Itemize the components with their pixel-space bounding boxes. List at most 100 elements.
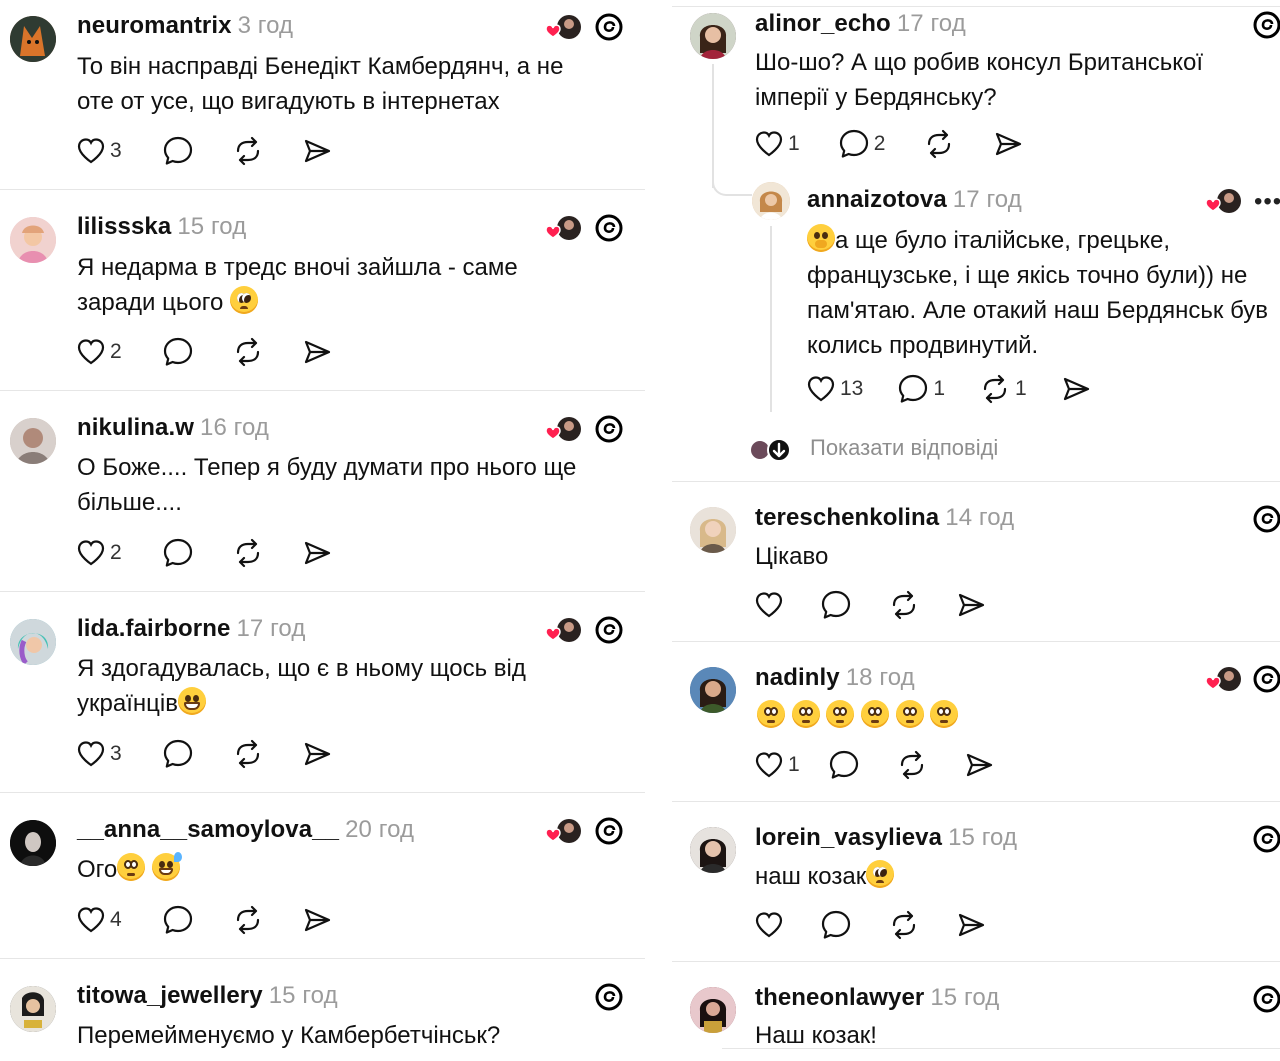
post: lorein_vasylieva 15 год наш козак <box>672 802 1280 962</box>
post-text <box>757 699 959 734</box>
heart-icon <box>77 339 105 365</box>
comment-icon <box>821 910 851 939</box>
share-button[interactable] <box>302 335 332 369</box>
threads-icon[interactable] <box>1252 824 1280 854</box>
username[interactable]: titowa_jewellery 15 год <box>77 982 338 1010</box>
reply-button[interactable] <box>162 737 194 771</box>
post-actions: 2 <box>76 536 332 570</box>
grinning-face-emoji <box>177 687 206 715</box>
threads-icon[interactable] <box>1252 984 1280 1014</box>
post: alinor_echo 17 год Шо-шо? А що робив конс… <box>672 0 1280 482</box>
repost-button[interactable] <box>888 588 920 622</box>
username[interactable]: nadinly 18 год <box>755 664 915 692</box>
heart-icon <box>77 741 105 767</box>
reply-avatars-icon <box>749 438 791 462</box>
avatar[interactable] <box>10 820 56 866</box>
like-button[interactable]: 13 <box>806 372 863 406</box>
like-button[interactable] <box>754 588 784 622</box>
reply-button[interactable] <box>162 134 194 168</box>
like-button[interactable]: 2 <box>76 335 122 369</box>
avatar[interactable] <box>690 987 736 1033</box>
reply-button[interactable] <box>828 748 860 782</box>
username[interactable]: theneonlawyer 15 год <box>755 984 999 1012</box>
reply-button[interactable] <box>162 903 194 937</box>
avatar[interactable] <box>10 217 56 263</box>
like-button[interactable]: 2 <box>76 536 122 570</box>
username[interactable]: alinor_echo 17 год <box>755 10 966 38</box>
share-button[interactable] <box>302 737 332 771</box>
like-button[interactable]: 1 <box>754 127 800 161</box>
more-options-button[interactable]: ••• <box>1254 188 1280 216</box>
threads-icon[interactable] <box>594 213 624 243</box>
heart-icon <box>807 376 835 402</box>
left-column: neuromantrix 3 год То він насправді Бенед… <box>0 0 645 1061</box>
share-button[interactable] <box>956 908 986 942</box>
show-replies-row[interactable]: Показати відповіді <box>748 435 1048 465</box>
avatar[interactable] <box>10 986 56 1032</box>
share-button[interactable] <box>1061 372 1091 406</box>
threads-icon[interactable] <box>594 982 624 1012</box>
share-button[interactable] <box>302 134 332 168</box>
avatar[interactable] <box>690 13 736 59</box>
share-button[interactable] <box>964 748 994 782</box>
avatar[interactable] <box>690 667 736 713</box>
threads-icon[interactable] <box>594 816 624 846</box>
threads-icon[interactable] <box>594 414 624 444</box>
reply-button[interactable] <box>820 908 852 942</box>
reply-button[interactable] <box>162 536 194 570</box>
avatar[interactable] <box>690 507 736 553</box>
post-time: 17 год <box>236 615 306 642</box>
repost-button[interactable]: 1 <box>979 372 1027 406</box>
reply-button[interactable] <box>820 588 852 622</box>
like-button[interactable]: 3 <box>76 134 122 168</box>
heart-icon <box>77 907 105 933</box>
reply-button[interactable] <box>162 335 194 369</box>
show-replies-link[interactable]: Показати відповіді <box>810 435 998 461</box>
repost-icon <box>892 590 916 620</box>
threads-icon[interactable] <box>594 12 624 42</box>
avatar[interactable] <box>10 16 56 62</box>
post-actions: 1 2 <box>754 127 1023 161</box>
flushed-face-emoji <box>757 700 785 728</box>
repost-button[interactable] <box>888 908 920 942</box>
repost-icon <box>983 374 1007 404</box>
avatar[interactable] <box>10 619 56 665</box>
avatar[interactable] <box>690 827 736 873</box>
share-button[interactable] <box>302 903 332 937</box>
share-button[interactable] <box>993 127 1023 161</box>
repost-button[interactable] <box>232 335 264 369</box>
threads-icon[interactable] <box>1252 504 1280 534</box>
username[interactable]: __anna__samoylova__ 20 год <box>77 816 414 844</box>
comment-icon <box>829 750 858 779</box>
threads-icon[interactable] <box>1252 10 1280 40</box>
repost-button[interactable] <box>896 748 928 782</box>
username[interactable]: annaizotova 17 год <box>807 186 1022 214</box>
share-button[interactable] <box>302 536 332 570</box>
like-button[interactable] <box>754 908 784 942</box>
reply-button[interactable]: 2 <box>838 127 885 161</box>
username[interactable]: tereschenkolina 14 год <box>755 504 1014 532</box>
like-count: 13 <box>840 377 864 400</box>
repost-button[interactable] <box>232 903 264 937</box>
like-button[interactable]: 1 <box>754 748 800 782</box>
reply-button[interactable]: 1 <box>897 372 945 406</box>
repost-icon <box>236 905 259 935</box>
liked-by-author-badge <box>542 12 586 42</box>
like-button[interactable]: 4 <box>76 903 122 937</box>
avatar[interactable] <box>752 182 790 220</box>
avatar[interactable] <box>10 418 56 464</box>
repost-button[interactable] <box>232 536 264 570</box>
username[interactable]: lorein_vasylieva 15 год <box>755 824 1017 852</box>
username[interactable]: lilissska 15 год <box>77 213 246 241</box>
username[interactable]: lida.fairborne 17 год <box>77 615 305 643</box>
repost-button[interactable] <box>232 737 264 771</box>
username[interactable]: nikulina.w 16 год <box>77 414 269 442</box>
like-button[interactable]: 3 <box>76 737 122 771</box>
threads-icon[interactable] <box>594 615 624 645</box>
username[interactable]: neuromantrix 3 год <box>77 12 293 40</box>
repost-button[interactable] <box>232 134 264 168</box>
post-text: То він насправді Бенедікт Камбердянч, а … <box>77 53 564 115</box>
share-button[interactable] <box>956 588 986 622</box>
threads-icon[interactable] <box>1252 664 1280 694</box>
repost-button[interactable] <box>923 127 955 161</box>
